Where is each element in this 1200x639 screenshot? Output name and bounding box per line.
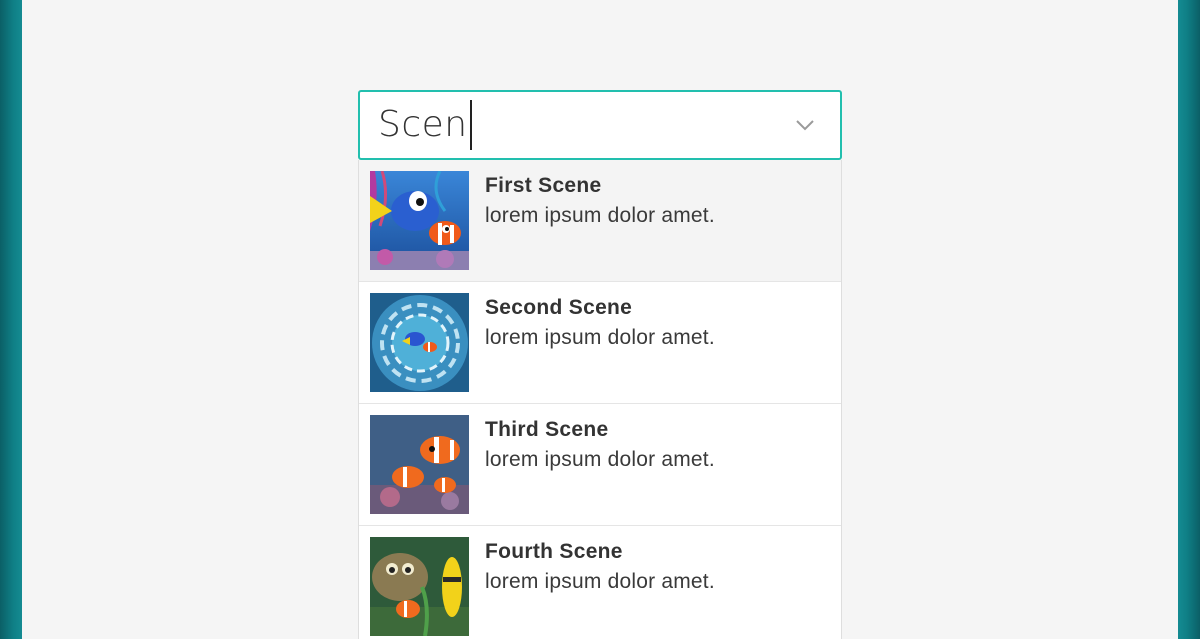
dory-and-nemo-image bbox=[370, 171, 469, 270]
background-edge-right bbox=[1178, 0, 1200, 639]
option-title: Fourth Scene bbox=[485, 540, 623, 563]
clownfish-image bbox=[370, 415, 469, 514]
search-input-value[interactable]: Scen bbox=[378, 107, 468, 143]
dropdown-list: First Scene lorem ipsum dolor amet. Seco… bbox=[358, 160, 842, 639]
page-canvas: Scen First Scene lorem ipsum dolor amet.… bbox=[22, 0, 1178, 639]
search-input[interactable]: Scen bbox=[358, 90, 842, 160]
list-item-second-scene[interactable]: Second Scene lorem ipsum dolor amet. bbox=[359, 282, 841, 404]
text-caret bbox=[469, 100, 472, 150]
option-title: Third Scene bbox=[485, 418, 609, 441]
tank-gang-image bbox=[370, 537, 469, 636]
option-title: Second Scene bbox=[485, 296, 633, 319]
scene-combobox: Scen First Scene lorem ipsum dolor amet.… bbox=[358, 90, 842, 639]
whirlpool-image bbox=[370, 293, 469, 392]
chevron-down-icon[interactable] bbox=[794, 114, 816, 136]
list-item-first-scene[interactable]: First Scene lorem ipsum dolor amet. bbox=[359, 160, 841, 282]
option-description: lorem ipsum dolor amet. bbox=[485, 570, 715, 593]
list-item-third-scene[interactable]: Third Scene lorem ipsum dolor amet. bbox=[359, 404, 841, 526]
list-item-fourth-scene[interactable]: Fourth Scene lorem ipsum dolor amet. bbox=[359, 526, 841, 639]
option-description: lorem ipsum dolor amet. bbox=[485, 204, 715, 227]
option-description: lorem ipsum dolor amet. bbox=[485, 448, 715, 471]
option-title: First Scene bbox=[485, 174, 602, 197]
option-description: lorem ipsum dolor amet. bbox=[485, 326, 715, 349]
background-edge-left bbox=[0, 0, 22, 639]
